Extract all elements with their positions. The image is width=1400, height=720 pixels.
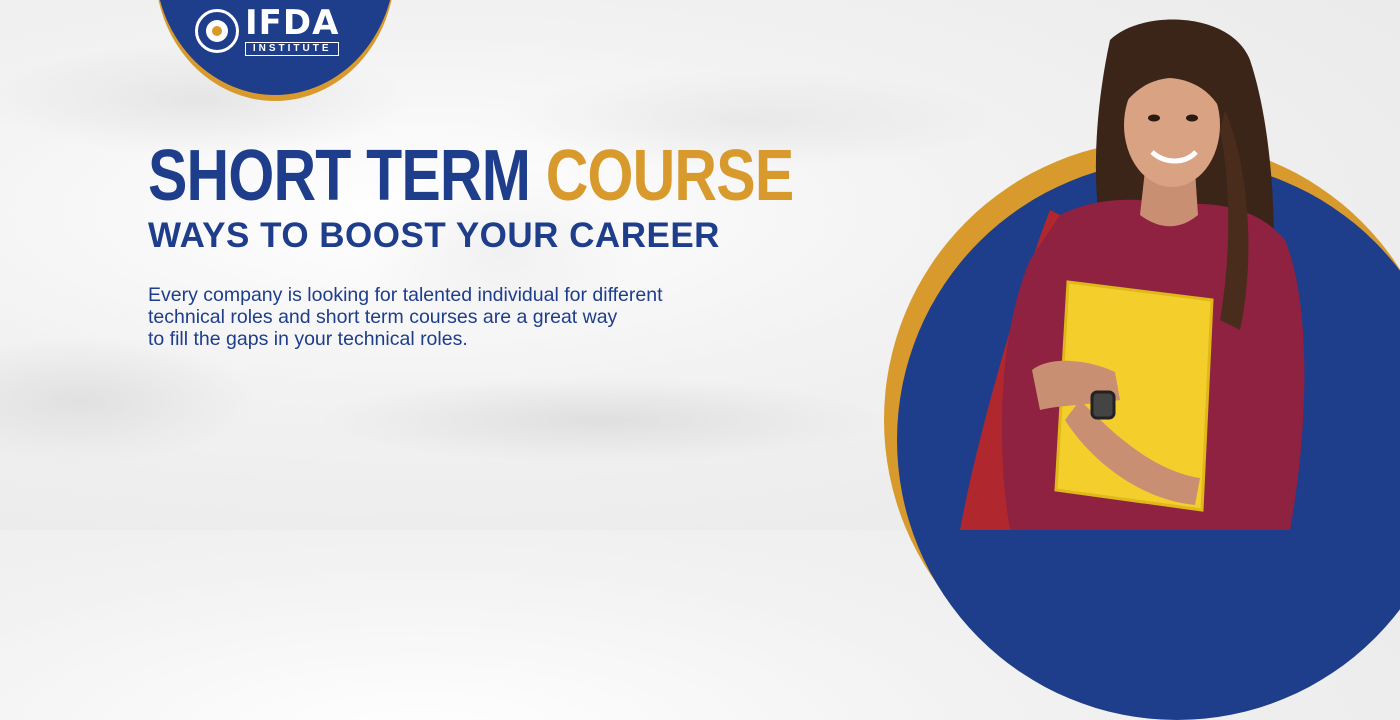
hero-title-part1: SHORT TERM xyxy=(148,136,531,216)
brand-tagline: INSTITUTE xyxy=(245,42,340,56)
graduate-emblem-icon xyxy=(195,9,239,53)
hero-description: Every company is looking for talented in… xyxy=(148,284,768,350)
wristwatch xyxy=(1090,390,1116,420)
description-line: technical roles and short term courses a… xyxy=(148,306,618,328)
brand-logo[interactable]: IFDA INSTITUTE xyxy=(195,3,340,56)
description-line: Every company is looking for talented in… xyxy=(148,284,663,306)
hero-title-part2: COURSE xyxy=(545,136,794,216)
description-line: to fill the gaps in your technical roles… xyxy=(148,328,468,350)
brand-name: IFDA xyxy=(245,3,340,43)
logo-wordmark: IFDA INSTITUTE xyxy=(245,3,340,56)
student-photo xyxy=(960,19,1305,530)
hero-title: SHORT TERM COURSE xyxy=(148,140,794,212)
hero-subtitle: WAYS TO BOOST YOUR CAREER xyxy=(148,216,720,255)
